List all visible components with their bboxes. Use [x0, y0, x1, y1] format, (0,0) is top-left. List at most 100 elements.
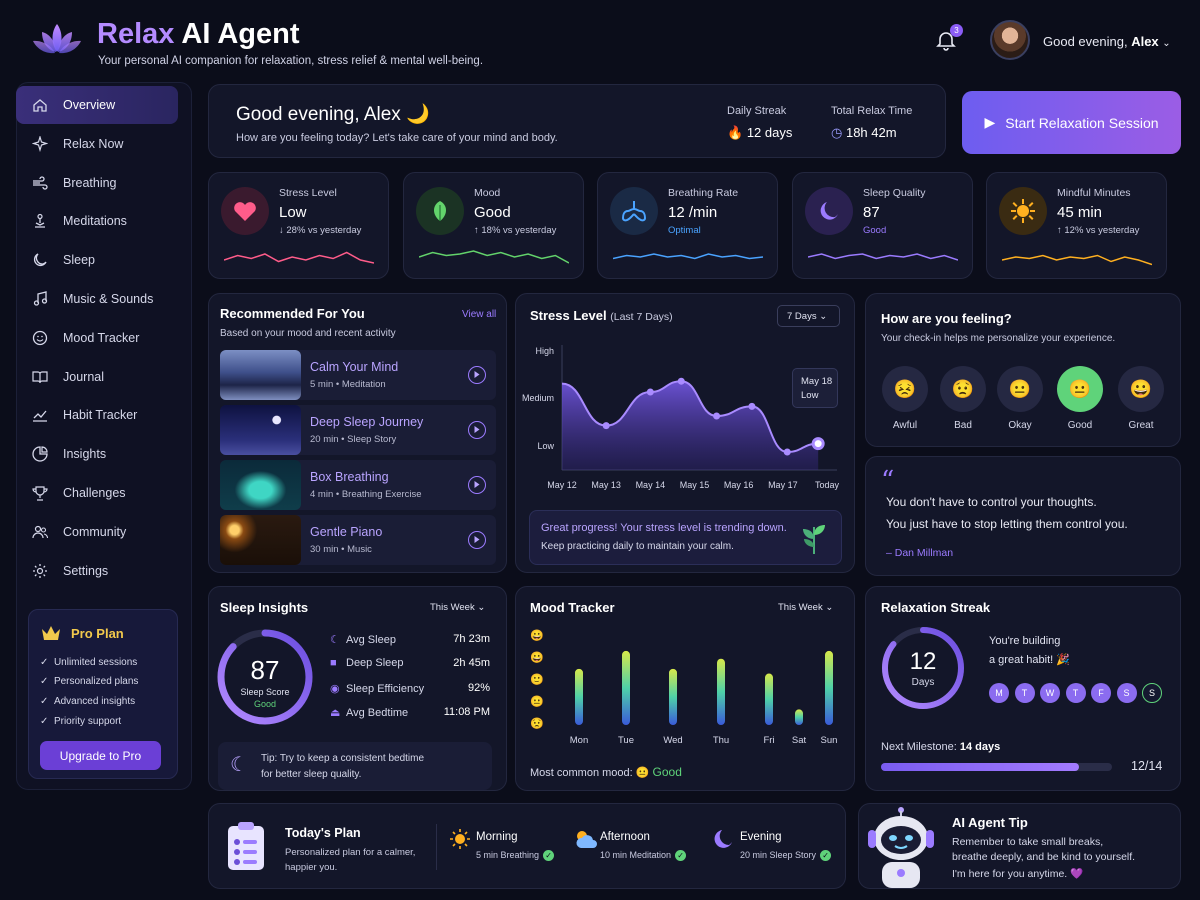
- stat-card-stress-level[interactable]: Stress Level Low ↓ 28% vs yesterday: [208, 172, 389, 279]
- sleep-stat-row: ◉ Sleep Efficiency 92%: [330, 682, 490, 695]
- sidebar-item-label: Sleep: [63, 253, 95, 268]
- recommended-subtitle: Based on your mood and recent activity: [220, 328, 396, 339]
- user-menu[interactable]: Good evening, Alex ⌄: [1043, 34, 1171, 49]
- stat-label: Mood: [474, 187, 501, 199]
- sidebar-item-breathing[interactable]: Breathing: [16, 164, 178, 202]
- start-session-button[interactable]: ▶ Start Relaxation Session: [962, 91, 1181, 154]
- sleep-score-status: Good: [253, 699, 277, 709]
- milestone: Next Milestone: 14 days: [881, 741, 1001, 753]
- stress-point[interactable]: [713, 412, 721, 420]
- trophy-icon: [32, 485, 48, 501]
- plan-item-morning[interactable]: Morning 5 min Breathing ✓: [449, 828, 579, 868]
- sidebar-item-overview[interactable]: Overview: [16, 86, 178, 124]
- stress-point[interactable]: [646, 388, 654, 396]
- target-icon: ◉: [330, 682, 340, 695]
- mood-bar[interactable]: [622, 650, 630, 725]
- mood-bar[interactable]: [669, 668, 677, 725]
- avatar[interactable]: [990, 20, 1030, 60]
- play-icon[interactable]: [468, 421, 486, 439]
- sidebar-item-sleep[interactable]: Sleep: [16, 241, 178, 279]
- sidebar-item-journal[interactable]: Journal: [16, 358, 178, 396]
- streak-text: a great habit! 🎉: [989, 654, 1070, 666]
- recommended-item[interactable]: Gentle Piano 30 min • Music: [220, 515, 496, 565]
- stat-sparkline: [419, 250, 569, 264]
- x-tick-label: May 17: [768, 480, 798, 490]
- ai-tip-line: breathe deeply, and be kind to yourself.: [952, 851, 1136, 863]
- recommended-item[interactable]: Box Breathing 4 min • Breathing Exercise: [220, 460, 496, 510]
- mood-option-bad[interactable]: 😟: [940, 366, 986, 412]
- mood-day-label: Sat: [792, 735, 807, 746]
- stat-sparkline: [224, 251, 374, 264]
- sidebar-item-label: Challenges: [63, 486, 126, 500]
- upgrade-button[interactable]: Upgrade to Pro: [40, 741, 161, 770]
- streak-day: S: [1116, 683, 1137, 703]
- mood-range-select[interactable]: This Week ⌄: [778, 602, 833, 613]
- mood-option-great[interactable]: 😀: [1118, 366, 1164, 412]
- recommended-item-meta: 20 min • Sleep Story: [310, 434, 397, 445]
- plan-item-afternoon[interactable]: Afternoon 10 min Meditation ✓: [573, 828, 703, 868]
- stress-point[interactable]: [677, 377, 685, 385]
- mood-option-okay[interactable]: 😐: [997, 366, 1043, 412]
- sidebar-item-meditations[interactable]: Meditations: [16, 202, 178, 240]
- stat-card-breathing-rate[interactable]: Breathing Rate 12 /min Optimal: [597, 172, 778, 279]
- mood-option-awful[interactable]: 😣: [882, 366, 928, 412]
- clock-icon: ◷: [831, 125, 843, 140]
- stat-card-mindful-minutes[interactable]: Mindful Minutes 45 min ↑ 12% vs yesterday: [986, 172, 1167, 279]
- sidebar-item-relax-now[interactable]: Relax Now: [16, 125, 178, 163]
- milestone-progress-text: 12/14: [1131, 759, 1163, 773]
- sidebar-item-music-sounds[interactable]: Music & Sounds: [16, 280, 178, 318]
- sidebar-item-challenges[interactable]: Challenges: [16, 474, 178, 512]
- mood-bar[interactable]: [825, 650, 833, 725]
- stress-range-select[interactable]: 7 Days ⌄: [777, 305, 840, 327]
- progress-message-box: [529, 510, 842, 565]
- plan-item-evening[interactable]: Evening 20 min Sleep Story ✓: [713, 828, 843, 868]
- robot-icon: [864, 806, 938, 890]
- mood-bar[interactable]: [765, 673, 773, 725]
- face-icon: 😀: [1129, 378, 1153, 399]
- recommended-item-meta: 30 min • Music: [310, 544, 372, 555]
- quote-line: You don't have to control your thoughts.: [886, 495, 1097, 509]
- sleep-range-select[interactable]: This Week ⌄: [430, 602, 485, 613]
- view-all-link[interactable]: View all: [462, 309, 496, 320]
- play-icon[interactable]: [468, 476, 486, 494]
- stat-card-mood[interactable]: Mood Good ↑ 18% vs yesterday: [403, 172, 584, 279]
- streak-value: 🔥 12 days: [727, 125, 793, 140]
- play-icon[interactable]: [468, 531, 486, 549]
- sidebar-item-insights[interactable]: Insights: [16, 435, 178, 473]
- feeling-title: How are you feeling?: [881, 311, 1012, 326]
- moon-icon: ☾: [230, 754, 248, 776]
- stress-point[interactable]: [783, 448, 791, 456]
- stat-card-sleep-quality[interactable]: Sleep Quality 87 Good: [792, 172, 973, 279]
- mood-option-good[interactable]: 😐: [1057, 366, 1103, 412]
- mood-tracker-title: Mood Tracker: [530, 600, 615, 615]
- sidebar-item-mood-tracker[interactable]: Mood Tracker: [16, 319, 178, 357]
- recommended-item[interactable]: Calm Your Mind 5 min • Meditation: [220, 350, 496, 400]
- sidebar-item-community[interactable]: Community: [16, 513, 178, 551]
- mood-bar[interactable]: [717, 658, 725, 725]
- welcome-greeting: Good evening, Alex 🌙: [236, 104, 430, 125]
- divider: [436, 824, 437, 870]
- y-tick-label: Medium: [522, 393, 554, 403]
- stress-point[interactable]: [811, 437, 825, 451]
- sidebar-item-label: Habit Tracker: [63, 408, 138, 423]
- y-tick-label: Low: [537, 441, 554, 451]
- notification-badge: 3: [950, 24, 963, 37]
- mood-bar[interactable]: [575, 668, 583, 725]
- clipboard-icon: [226, 820, 266, 872]
- y-tick-label: High: [535, 346, 554, 356]
- stat-sub: ↑ 12% vs yesterday: [1057, 225, 1140, 236]
- stress-point[interactable]: [748, 402, 756, 410]
- stress-area-chart: High Medium Low May 12 May 13 May 14 May 15 May…: [522, 345, 840, 490]
- mood-bar[interactable]: [795, 709, 803, 725]
- sleep-stat-value: 7h 23m: [453, 633, 490, 645]
- sidebar-item-label: Relax Now: [63, 136, 124, 151]
- ai-tip-line: I'm here for you anytime. 💜: [952, 868, 1084, 880]
- play-icon[interactable]: [468, 366, 486, 384]
- recommended-item[interactable]: Deep Sleep Journey 20 min • Sleep Story: [220, 405, 496, 455]
- mood-option-label: Great: [1128, 420, 1154, 431]
- face-icon: 😐: [1008, 378, 1032, 399]
- sidebar-item-settings[interactable]: Settings: [16, 552, 178, 590]
- sidebar-item-habit-tracker[interactable]: Habit Tracker: [16, 396, 178, 434]
- mood-day-label: Tue: [618, 735, 634, 746]
- stress-point[interactable]: [602, 422, 610, 430]
